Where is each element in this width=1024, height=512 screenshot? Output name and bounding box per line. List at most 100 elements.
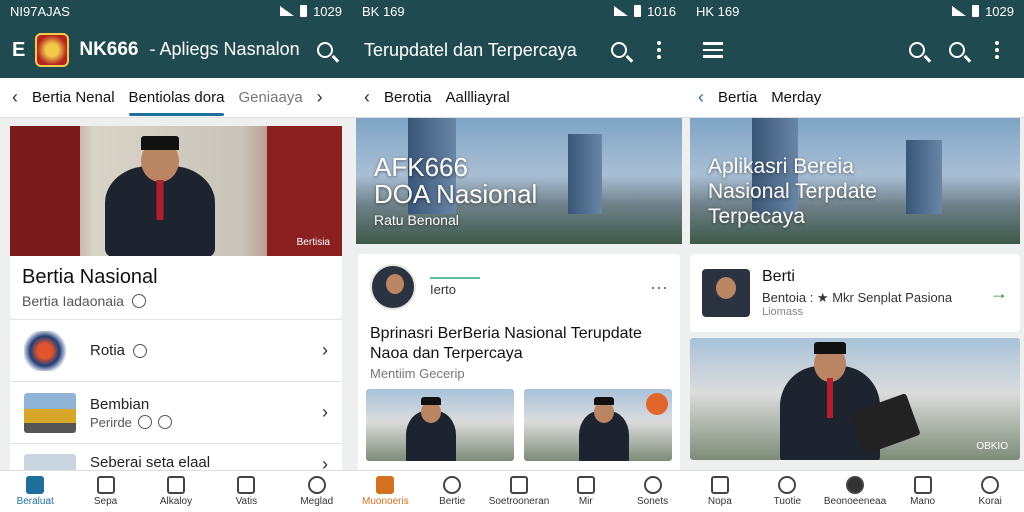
list-item-title: Seberai seta elaal	[90, 454, 211, 471]
nav-item-3[interactable]: Beonoeeneaa	[824, 476, 886, 507]
thumbnail	[24, 330, 76, 371]
headline-subtitle: Bertia Iadaonaia	[22, 293, 124, 309]
status-left: BK 169	[362, 3, 405, 19]
nav-item-5[interactable]: Korai	[960, 476, 1020, 507]
nav-item-3[interactable]: Alkaloy	[146, 476, 206, 507]
tab-1[interactable]: Bertia Nenal	[32, 89, 115, 106]
signal-icon	[280, 6, 295, 16]
mic-icon	[576, 476, 595, 494]
tab-bar: ‹ Bertia Nenal Bentiolas dora Geniaaya ›	[0, 78, 352, 118]
post-author: Ierto	[430, 277, 480, 297]
grid-icon	[237, 476, 256, 494]
tab-bar: ‹ Bertia Merday	[686, 78, 1024, 118]
hero-line-1: AFK666	[374, 152, 468, 182]
list-icon	[509, 476, 528, 494]
tab-2[interactable]: Bentiolas dora	[128, 89, 224, 116]
clock-icon	[133, 343, 148, 358]
featured-card[interactable]: Bertisia Bertia Nasional Bertia Iadaonai…	[10, 126, 342, 319]
chevron-right-icon[interactable]: ›	[317, 87, 323, 108]
nav-item-5[interactable]: Meglad	[287, 476, 347, 507]
tab-1[interactable]: Berotia	[384, 89, 432, 106]
nav-item-2[interactable]: Sepa	[76, 476, 136, 507]
screen-2: BK 169 1016 Terupdatel dan Terpercaya ‹ …	[352, 0, 686, 512]
user-icon	[981, 476, 1000, 494]
bottom-nav: Beraluat Sepa Alkaloy Vatis Meglad	[0, 470, 352, 512]
photo-watermark: OBKIO	[976, 441, 1008, 452]
menu-button[interactable]	[698, 35, 728, 65]
hero-line-2: Nasional Terpdate	[708, 180, 877, 204]
more-horiz-icon[interactable]: ···	[650, 277, 668, 298]
card-sub: Liomass	[762, 306, 803, 318]
hero-banner[interactable]: AFK666 DOA Nasional Ratu Benonal	[356, 118, 682, 244]
chevron-left-icon[interactable]: ‹	[698, 87, 704, 108]
more-button[interactable]	[982, 35, 1012, 65]
tab-2[interactable]: Aallliayral	[446, 89, 510, 106]
battery-icon	[300, 5, 308, 17]
search-icon	[443, 476, 462, 494]
tab-bar: ‹ Berotia Aallliayral	[352, 78, 686, 118]
battery-icon	[634, 5, 642, 17]
person-figure	[105, 136, 215, 256]
search-button-2[interactable]	[942, 35, 972, 65]
headline: Bertia Nasional Bertia Iadaonaia	[10, 256, 342, 319]
hero-line-2: DOA Nasional	[374, 179, 538, 210]
nav-item-5[interactable]: Sonets	[623, 476, 683, 507]
app-bar	[686, 22, 1024, 78]
hero-image: Bertisia	[10, 126, 342, 256]
home-icon	[710, 476, 729, 494]
chevron-left-icon[interactable]: ‹	[364, 87, 370, 108]
brand-name: NK666	[79, 39, 139, 60]
chevron-left-icon[interactable]: ‹	[12, 87, 18, 108]
hero-banner[interactable]: Aplikasri Bereia Nasional Terpdate Terpe…	[690, 118, 1020, 244]
tab-1[interactable]: Bertia	[718, 89, 757, 106]
tab-3[interactable]: Geniaaya	[238, 89, 302, 106]
hero-line-1: Aplikasri Bereia	[708, 155, 854, 178]
nav-item-2[interactable]: Tuotie	[757, 476, 817, 507]
hero-watermark: Bertisia	[296, 237, 330, 248]
nav-home[interactable]: Beraluat	[5, 476, 65, 507]
search-button[interactable]	[604, 35, 634, 65]
photo[interactable]	[366, 389, 514, 461]
chevron-right-icon: ›	[322, 402, 328, 422]
nav-home[interactable]: Nopa	[690, 476, 750, 507]
post-title: Bprinasri BerBeria Nasional Terupdate Na…	[370, 325, 642, 362]
search-icon	[949, 42, 965, 58]
clock-icon	[131, 294, 146, 308]
list-item[interactable]: Rotia ›	[10, 319, 342, 381]
search-button[interactable]	[310, 35, 340, 65]
feature-photo[interactable]: OBKIO	[690, 338, 1020, 460]
search-button[interactable]	[902, 35, 932, 65]
list-item[interactable]: Bembian Perirde ›	[10, 381, 342, 443]
signal-icon	[614, 6, 629, 16]
search-icon	[317, 42, 333, 58]
status-left: HK 169	[696, 3, 740, 19]
nav-item-2[interactable]: Bertie	[422, 476, 482, 507]
chevron-right-icon: ›	[322, 340, 328, 360]
app-logo-icon	[35, 33, 70, 67]
headline-title: Bertia Nasional	[22, 266, 158, 288]
more-vert-icon	[995, 41, 999, 59]
article-card[interactable]: Berti Bentoia : ★ Mkr Senplat Pasiona Li…	[690, 254, 1020, 332]
arrow-right-icon[interactable]: →	[990, 283, 1008, 304]
list-item-title: Rotia	[90, 342, 126, 359]
avatar	[370, 264, 416, 310]
nav-home[interactable]: Muonoeris	[355, 476, 415, 507]
post-card[interactable]: Ierto ··· Bprinasri BerBeria Nasional Te…	[358, 254, 680, 484]
status-left: NI97AJAS	[10, 3, 70, 19]
signal-icon	[952, 6, 967, 16]
bottom-nav: Muonoeris Bertie Soetrooneran Mir Sonets	[352, 470, 686, 512]
bookmark-icon	[96, 476, 115, 494]
avatar	[702, 269, 750, 317]
nav-item-4[interactable]: Mir	[556, 476, 616, 507]
badge-icon	[646, 393, 668, 415]
nav-item-3[interactable]: Soetrooneran	[489, 476, 549, 507]
search-icon	[909, 42, 925, 58]
nav-item-4[interactable]: Mano	[893, 476, 953, 507]
list-item[interactable]: Seberai seta elaal ›	[10, 443, 342, 474]
more-button[interactable]	[644, 35, 674, 65]
tab-2[interactable]: Merday	[771, 89, 821, 106]
card-meta: Bentoia : ★ Mkr Senplat Pasiona	[762, 290, 953, 305]
clock-icon	[137, 415, 152, 429]
nav-item-4[interactable]: Vatis	[216, 476, 276, 507]
photo[interactable]	[524, 389, 672, 461]
